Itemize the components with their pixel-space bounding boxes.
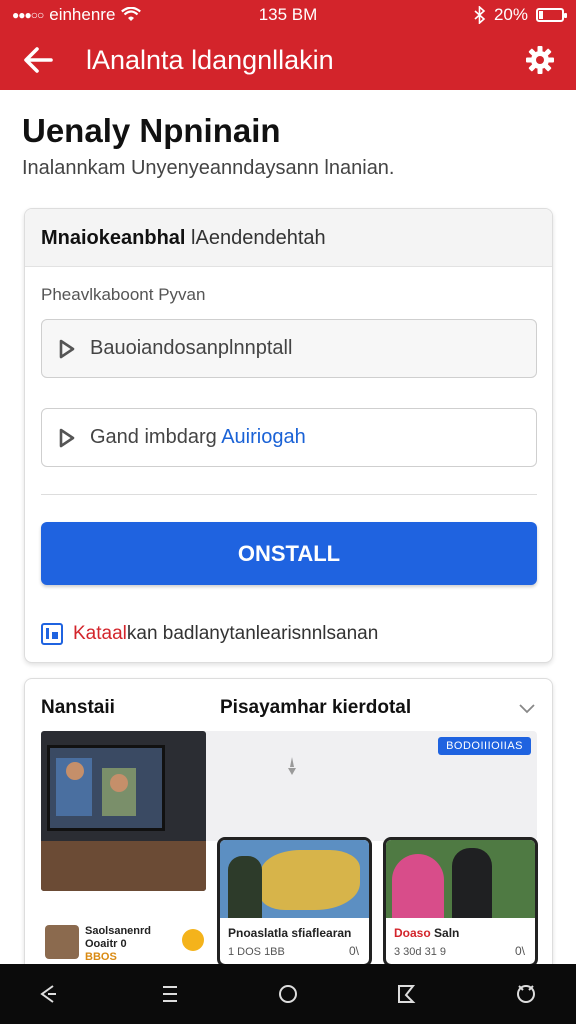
thumbnail-2-caption-red: Doaso <box>394 926 431 940</box>
nav-home-icon <box>279 985 297 1003</box>
install-option-2[interactable]: Gand imbdarg Auiriogah <box>41 408 537 467</box>
thumbnail-2-duration: 0\ <box>514 944 525 958</box>
nav-back-button[interactable] <box>34 980 62 1008</box>
install-option-1-label: Bauoiandosanplnnptall <box>90 337 293 359</box>
install-option-2-text: Gand imbdarg <box>90 426 217 448</box>
app-bar: lAnalnta ldangnllakin <box>0 30 576 90</box>
install-card-header-bold: Mnaiokeanbhal <box>41 227 186 249</box>
install-card-header: Mnaiokeanbhal lAendendehtah <box>25 209 552 267</box>
media-badge[interactable]: BODOIIIOIIAS <box>438 737 531 755</box>
media-side-item-meta: BBOS <box>85 951 117 963</box>
calendar-icon <box>41 623 63 645</box>
coin-icon <box>182 929 204 951</box>
bluetooth-icon <box>474 6 486 24</box>
thumbnail-2-caption: Doaso Saln <box>394 926 459 940</box>
page-title: Uenaly Npninain <box>22 112 281 149</box>
thumbnail-card-1[interactable]: Pnoaslatla sfiaflearan 1 DOS 1BB 0\ <box>217 837 372 967</box>
room-floor-image <box>41 841 206 891</box>
thumbnail-1-caption: Pnoaslatla sfiaflearan <box>228 926 352 940</box>
media-side-item-sub: Ooaitr 0 <box>85 938 127 950</box>
tv-screen-image <box>47 745 165 831</box>
person-shape <box>452 848 492 918</box>
section-label: Pheavlkaboont Pyvan <box>41 285 206 304</box>
thumbnail-1-duration: 0\ <box>348 944 359 958</box>
install-card-header-regular: lAendendehtah <box>191 227 326 249</box>
nav-assistant-button[interactable] <box>512 980 540 1008</box>
thumbnail-image-2 <box>386 840 535 918</box>
chevron-down-icon[interactable] <box>518 699 536 717</box>
media-side-item-title: Saolsanenrd <box>85 925 152 937</box>
back-button[interactable] <box>18 40 58 80</box>
install-button[interactable]: ONSTALL <box>41 522 537 585</box>
avatar <box>45 925 79 959</box>
play-icon <box>58 427 78 449</box>
footer-note-text: Kataalkan badlanytanlearisnnlsanan <box>73 623 378 645</box>
nav-menu-icon <box>163 986 177 1002</box>
thumbnail-1-meta: 1 DOS 1BB <box>228 946 285 958</box>
play-icon <box>58 338 78 360</box>
nav-assistant-icon <box>517 985 535 1003</box>
thumbnail-2-meta: 3 30d 31 9 <box>394 946 446 958</box>
person-shape <box>392 854 444 918</box>
footer-note-body: kan badlanytanlearisnnlsanan <box>126 623 379 644</box>
install-option-2-label: Gand imbdarg Auiriogah <box>90 426 306 449</box>
media-side-item-text: Saolsanenrd Ooaitr 0 BBOS <box>85 925 151 964</box>
pin-icon <box>288 757 296 775</box>
thumbnail-image-1 <box>220 840 369 918</box>
media-card-title: Pisayamhar kierdotal <box>220 697 412 718</box>
battery-percent: 20% <box>493 5 528 24</box>
system-nav-bar <box>0 964 576 1024</box>
tv-face-2 <box>110 774 128 792</box>
footer-note: Kataalkan badlanytanlearisnnlsanan <box>41 623 378 645</box>
install-card: Mnaiokeanbhal lAendendehtah Pheavlkaboon… <box>24 208 553 663</box>
thumbnail-card-2[interactable]: Doaso Saln 3 30d 31 9 0\ <box>383 837 538 967</box>
nav-recent-icon <box>398 985 416 1003</box>
settings-button[interactable] <box>520 40 560 80</box>
person-shape <box>228 856 262 918</box>
nav-menu-button[interactable] <box>156 980 184 1008</box>
tv-face-1 <box>66 762 84 780</box>
back-arrow-icon <box>24 47 53 73</box>
battery-icon <box>536 8 567 22</box>
media-card: Nanstaii Pisayamhar kierdotal BODOIIIOII… <box>24 678 553 978</box>
thumbnail-2-caption-text: Saln <box>434 926 460 940</box>
install-option-1[interactable]: Bauoiandosanplnnptall <box>41 319 537 378</box>
footer-note-red: Kataal <box>73 623 127 644</box>
nav-home-button[interactable] <box>274 980 302 1008</box>
status-right: 20% <box>474 5 567 25</box>
video-thumbnail[interactable] <box>41 731 206 891</box>
page-subtitle: Inalannkam Unyenyeanndaysann lnanian. <box>22 157 395 179</box>
map-shape <box>260 850 360 910</box>
divider <box>41 494 537 495</box>
status-bar: ●●●○○ einhenre 135 BM 20% <box>0 0 576 30</box>
install-option-2-link[interactable]: Auiriogah <box>221 426 306 448</box>
gear-icon <box>526 46 554 74</box>
nav-recent-button[interactable] <box>392 980 420 1008</box>
media-side-item[interactable]: Saolsanenrd Ooaitr 0 BBOS <box>41 921 206 969</box>
battery-fill <box>539 11 544 19</box>
media-left-label: Nanstaii <box>41 697 115 718</box>
app-title: lAnalnta ldangnllakin <box>86 45 334 75</box>
nav-back-icon <box>40 985 56 1003</box>
